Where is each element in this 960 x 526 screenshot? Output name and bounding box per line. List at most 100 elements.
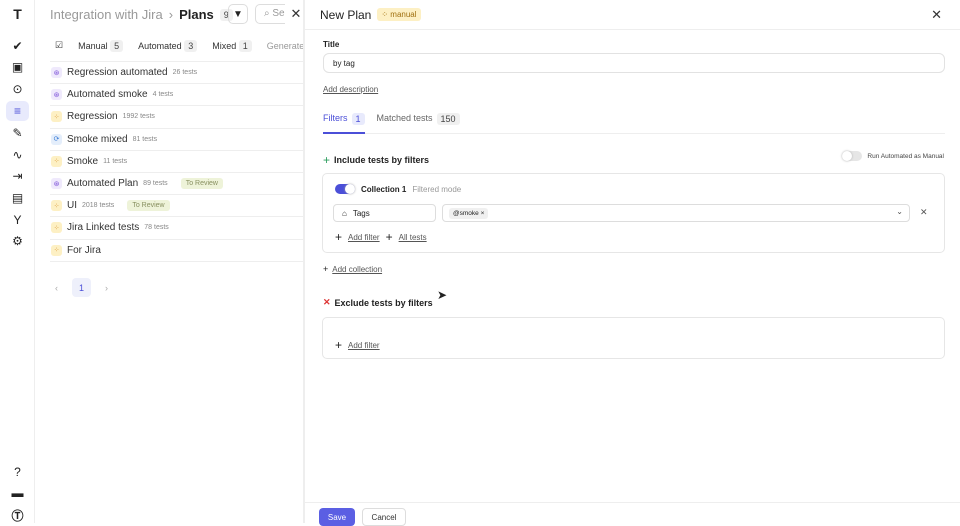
automated-plan-icon: ⊛ xyxy=(51,89,62,101)
plans-icon[interactable]: ≡ xyxy=(6,101,29,121)
manual-plan-icon: ⁘ xyxy=(51,200,62,212)
breadcrumb-project[interactable]: Integration with Jira xyxy=(50,7,163,22)
collection-toggle[interactable] xyxy=(335,184,355,194)
exclude-label: Exclude tests by filters xyxy=(334,297,433,308)
collection-mode: Filtered mode xyxy=(412,184,462,194)
panel-tabs: Filters 1 Matched tests 150 xyxy=(323,113,945,134)
exclude-actions: + Add filter xyxy=(335,338,380,352)
tab-label: Filters xyxy=(323,113,348,123)
filter-field-select[interactable]: ⌂ Tags xyxy=(333,204,436,222)
plan-title: Smoke xyxy=(67,155,99,167)
plan-test-count: 1992 tests xyxy=(122,113,155,121)
filter-value-select[interactable]: @smoke × ⌄ xyxy=(442,204,910,222)
tab-matched-tests[interactable]: Matched tests 150 xyxy=(377,113,460,134)
help-icon[interactable]: ? xyxy=(6,462,29,482)
breadcrumb-separator: › xyxy=(168,7,174,22)
close-panel-button[interactable]: ✕ xyxy=(931,7,942,23)
cancel-button[interactable]: Cancel xyxy=(362,508,406,526)
plan-row[interactable]: ⁘ For Jira xyxy=(50,240,303,262)
include-label: Include tests by filters xyxy=(334,155,430,165)
select-all-icon[interactable]: ☑ xyxy=(55,40,63,51)
pulse-icon[interactable]: ∿ xyxy=(6,145,29,165)
plan-row[interactable]: ⁘ UI 2018 tests To Review xyxy=(50,195,303,218)
remove-filter-button[interactable]: ✕ xyxy=(920,207,928,218)
chevron-down-icon[interactable]: ⌄ xyxy=(896,207,903,216)
pen-icon[interactable]: ✎ xyxy=(6,123,29,143)
panel-footer: Save Cancel xyxy=(305,502,960,526)
all-tests-link[interactable]: All tests xyxy=(399,233,427,242)
automated-plan-icon: ⊛ xyxy=(51,178,62,190)
logo-icon[interactable]: T xyxy=(6,4,29,24)
tab-manual[interactable]: Manual 5 xyxy=(78,39,124,52)
breadcrumb: Integration with Jira › Plans 9 xyxy=(50,7,233,22)
tab-mixed[interactable]: Mixed 1 xyxy=(212,39,252,52)
account-icon[interactable]: Ⓣ xyxy=(6,505,29,525)
x-icon: ✕ xyxy=(323,297,331,307)
plus-icon: + xyxy=(335,338,343,352)
collection-actions: + Add filter + All tests xyxy=(335,230,427,244)
plan-title: For Jira xyxy=(67,244,101,256)
plan-title: Regression automated xyxy=(67,67,168,79)
play-icon[interactable]: ⊙ xyxy=(6,79,29,99)
title-label: Title xyxy=(323,40,340,49)
add-description-link[interactable]: Add description xyxy=(323,85,378,94)
plan-title: Jira Linked tests xyxy=(67,222,140,234)
field-label: Tags xyxy=(352,209,370,218)
add-collection-link[interactable]: Add collection xyxy=(332,265,382,274)
tab-automated[interactable]: Automated 3 xyxy=(138,39,198,52)
plan-row[interactable]: ⊛ Automated Plan 89 tests To Review xyxy=(50,173,303,196)
plan-row[interactable]: ⁘ Jira Linked tests 78 tests xyxy=(50,217,303,240)
check-icon[interactable]: ✔ xyxy=(6,36,29,56)
plan-test-count: 78 tests xyxy=(144,224,169,232)
plan-type-tabs: ☑ Manual 5 Automated 3 Mixed 1 Generated xyxy=(55,39,309,52)
plan-row[interactable]: ⊛ Automated smoke 4 tests xyxy=(50,84,303,107)
plan-title: UI xyxy=(67,200,77,212)
plan-row[interactable]: ⁘ Regression 1992 tests xyxy=(50,106,303,129)
plus-icon: + xyxy=(385,230,393,244)
run-as-manual-toggle[interactable] xyxy=(842,151,863,161)
status-badge: To Review xyxy=(180,178,223,190)
page-1-button[interactable]: 1 xyxy=(72,278,91,297)
import-icon[interactable]: ⇥ xyxy=(6,166,29,186)
panel-title: New Plan xyxy=(320,7,372,22)
plan-test-count: 2018 tests xyxy=(82,202,115,210)
add-filter-link[interactable]: Add filter xyxy=(348,233,380,242)
tab-count: 1 xyxy=(238,39,252,52)
exclude-add-filter-link[interactable]: Add filter xyxy=(348,341,380,350)
automated-plan-icon: ⊛ xyxy=(51,67,62,79)
plan-test-count: 11 tests xyxy=(103,157,128,165)
page-title: Plans xyxy=(179,7,214,22)
plan-title: Automated smoke xyxy=(67,89,148,101)
tab-label: Automated xyxy=(138,40,182,51)
plus-icon: + xyxy=(335,230,343,244)
branch-icon[interactable]: Y xyxy=(6,210,29,230)
status-badge: To Review xyxy=(127,200,170,212)
prev-page-button[interactable]: ‹ xyxy=(55,283,58,293)
folder-icon[interactable]: ▬ xyxy=(6,483,29,503)
save-button[interactable]: Save xyxy=(319,508,355,526)
tab-filters[interactable]: Filters 1 xyxy=(323,113,365,134)
chart-icon[interactable]: ▤ xyxy=(6,188,29,208)
plan-row[interactable]: ⊛ Regression automated 26 tests xyxy=(50,62,303,85)
tab-label: Manual xyxy=(78,40,108,51)
new-plan-panel: New Plan ⁘ manual ✕ Title by tag Add des… xyxy=(305,0,960,526)
tab-count: 1 xyxy=(351,113,365,125)
plan-title: Automated Plan xyxy=(67,178,139,190)
plan-test-count: 4 tests xyxy=(152,91,174,99)
title-input[interactable]: by tag xyxy=(323,53,945,73)
gear-icon[interactable]: ⚙ xyxy=(6,231,29,251)
app-sidebar: T ✔ ▣ ⊙ ≡ ✎ ∿ ⇥ ▤ Y ⚙ ? ▬ Ⓣ xyxy=(0,0,35,523)
next-page-button[interactable]: › xyxy=(105,283,108,293)
filter-button[interactable]: ▼ xyxy=(228,4,248,24)
exclude-section-title: ✕ Exclude tests by filters xyxy=(323,297,433,308)
plan-row[interactable]: ⟳ Smoke mixed 81 tests xyxy=(50,129,303,151)
pagination: ‹ 1 › xyxy=(55,278,108,297)
mouse-cursor-icon: ➤ xyxy=(437,288,448,302)
plan-row[interactable]: ⁘ Smoke 11 tests xyxy=(50,151,303,173)
collection-name: Collection 1 xyxy=(361,184,407,194)
manual-plan-icon: ⁘ xyxy=(51,244,62,256)
plus-icon: + xyxy=(323,264,329,274)
mixed-plan-icon: ⟳ xyxy=(51,133,62,145)
chip-remove-icon[interactable]: × xyxy=(481,210,485,217)
clipboard-icon[interactable]: ▣ xyxy=(6,57,29,77)
